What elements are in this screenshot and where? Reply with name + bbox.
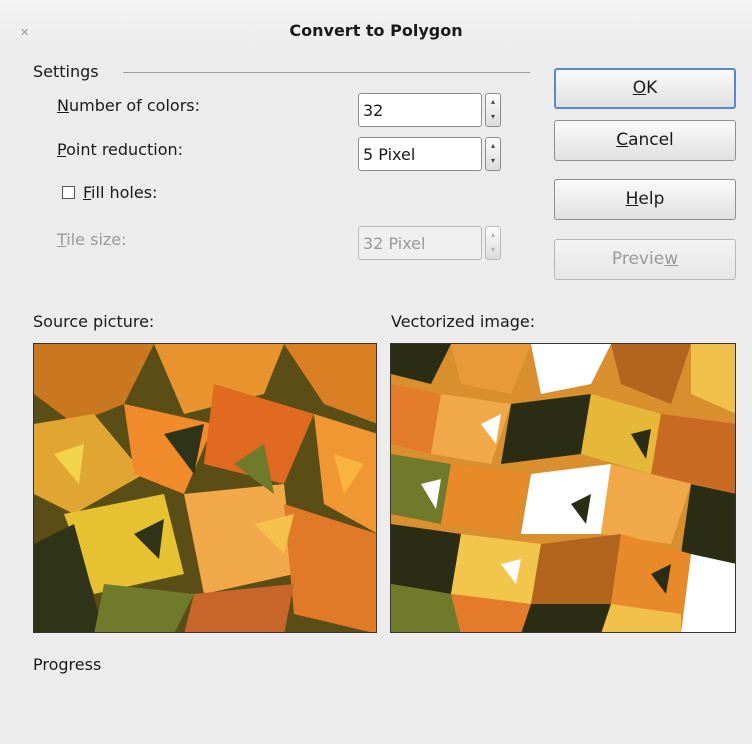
tile-size-label-text: ile size: bbox=[66, 230, 127, 249]
vectorized-image-label: Vectorized image: bbox=[391, 312, 536, 331]
point-reduction-label: Point reduction: bbox=[57, 140, 183, 159]
ok-button[interactable]: OK bbox=[554, 68, 736, 109]
preview-label-text: Previe bbox=[611, 249, 665, 269]
tile-size-label: Tile size: bbox=[57, 230, 127, 249]
dialog-title: Convert to Polygon bbox=[289, 21, 463, 40]
convert-to-polygon-dialog: ✕ Convert to Polygon Settings Number of … bbox=[0, 0, 752, 744]
source-picture-label: Source picture: bbox=[33, 312, 155, 331]
point-reduction-value: 5 Pixel bbox=[363, 145, 416, 164]
fill-holes-label: Fill holes: bbox=[83, 183, 157, 202]
preview-button: Preview bbox=[554, 239, 736, 280]
help-button[interactable]: Help bbox=[554, 179, 736, 220]
tile-size-mnemonic: T bbox=[57, 230, 67, 249]
title-bar: ✕ Convert to Polygon bbox=[0, 0, 752, 58]
cancel-button[interactable]: Cancel bbox=[554, 120, 736, 161]
help-mnemonic: H bbox=[625, 189, 639, 209]
point-reduction-mnemonic: P bbox=[57, 140, 67, 159]
progress-label: Progress bbox=[33, 655, 102, 674]
point-reduction-spin-arrows-icon[interactable]: ▴ ▾ bbox=[485, 137, 501, 171]
source-picture-image bbox=[34, 344, 376, 632]
tile-size-spinbox: 32 Pixel ▴ ▾ bbox=[358, 226, 501, 260]
vectorized-image-preview bbox=[390, 343, 736, 633]
number-of-colors-mnemonic: N bbox=[57, 96, 69, 115]
number-of-colors-label-text: umber of colors: bbox=[68, 96, 200, 115]
tile-size-value: 32 Pixel bbox=[363, 234, 426, 253]
cancel-label-text: ancel bbox=[628, 130, 674, 150]
fill-holes-checkbox[interactable] bbox=[62, 186, 75, 199]
source-picture-preview bbox=[33, 343, 377, 633]
number-of-colors-spin-arrows-icon[interactable]: ▴ ▾ bbox=[485, 93, 501, 127]
cancel-mnemonic: C bbox=[616, 130, 629, 150]
preview-mnemonic: w bbox=[664, 249, 679, 269]
settings-section-label: Settings bbox=[33, 62, 99, 81]
help-label-text: elp bbox=[638, 189, 665, 209]
point-reduction-spinbox[interactable]: 5 Pixel ▴ ▾ bbox=[358, 137, 501, 171]
number-of-colors-value: 32 bbox=[363, 101, 384, 120]
ok-mnemonic: O bbox=[632, 78, 647, 98]
vectorized-image-graphic bbox=[391, 344, 735, 632]
fill-holes-mnemonic: F bbox=[83, 183, 92, 202]
ok-label-text: K bbox=[646, 78, 658, 98]
settings-divider bbox=[123, 72, 530, 73]
number-of-colors-label: Number of colors: bbox=[57, 96, 200, 115]
tile-size-spin-arrows-icon: ▴ ▾ bbox=[485, 226, 501, 260]
fill-holes-label-text: ill holes: bbox=[91, 183, 158, 202]
number-of-colors-spinbox[interactable]: 32 ▴ ▾ bbox=[358, 93, 501, 127]
point-reduction-label-text: oint reduction: bbox=[66, 140, 184, 159]
